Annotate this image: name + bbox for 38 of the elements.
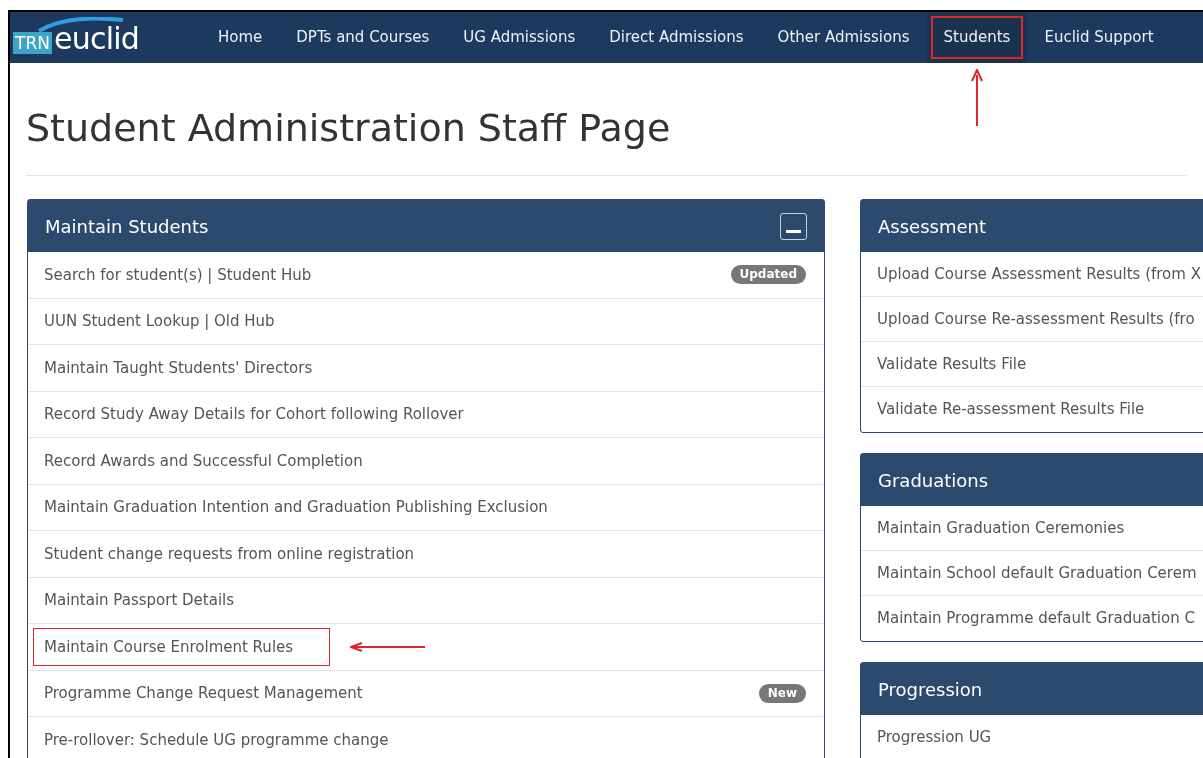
logo-badge: TRN [13, 32, 52, 54]
menu-link[interactable]: Student change requests from online registration [33, 534, 426, 573]
collapse-button[interactable] [780, 212, 807, 240]
menu-link[interactable]: Validate Results File [866, 344, 1038, 384]
status-badge: Updated [730, 265, 806, 285]
panel-title: Maintain Students [45, 214, 209, 239]
nav-link[interactable]: Euclid Support [1027, 12, 1171, 63]
menu-link[interactable]: Maintain Graduation Intention and Graduation Publishing Exclusion [33, 488, 559, 527]
minus-icon [786, 229, 801, 233]
menu-link[interactable]: Record Study Away Details for Cohort following Rollover [33, 395, 475, 434]
menu-link[interactable]: Pre-rollover: Schedule UG programme change [33, 721, 400, 758]
menu-link[interactable]: Programme Change Request Management [33, 674, 374, 713]
menu-link[interactable]: Search for student(s) | Student Hub [33, 255, 323, 294]
menu-link[interactable]: Maintain Programme default Graduation C [866, 599, 1203, 638]
menu-link[interactable]: Upload Course Assessment Results (from X [866, 254, 1203, 294]
nav-link[interactable]: UG Admissions [446, 12, 593, 63]
menu-link[interactable]: Upload Course Re-assessment Results (fro [866, 299, 1203, 339]
panel-title: Graduations [878, 468, 989, 493]
menu-link[interactable]: Maintain Passport Details [33, 581, 246, 620]
logo[interactable]: TRN euclid [13, 12, 158, 54]
nav-link[interactable]: Home [201, 12, 280, 63]
menu-link[interactable]: Record Awards and Successful Completion [33, 441, 374, 480]
panel-title: Assessment [878, 214, 986, 239]
nav-link[interactable]: Other Admissions [760, 12, 927, 63]
nav-link[interactable]: Direct Admissions [592, 12, 761, 63]
menu-link[interactable]: Progression UG [866, 718, 1003, 757]
menu-link[interactable]: Maintain Taught Students' Directors [33, 348, 324, 387]
menu-link[interactable]: Validate Re-assessment Results File [866, 390, 1156, 429]
panel-title: Progression [878, 677, 983, 702]
menu-link[interactable]: UUN Student Lookup | Old Hub [33, 302, 286, 341]
page-title: Student Administration Staff Page [26, 105, 672, 152]
annotation-arrow [970, 69, 983, 127]
status-badge: New [758, 683, 806, 703]
menu-link[interactable]: Maintain School default Graduation Cerem [866, 553, 1203, 593]
logo-text: euclid [53, 24, 140, 54]
menu-link[interactable]: Maintain Graduation Ceremonies [866, 508, 1136, 548]
nav-link[interactable]: DPTs and Courses [279, 12, 447, 63]
menu-link[interactable]: Maintain Course Enrolment Rules [33, 627, 331, 666]
